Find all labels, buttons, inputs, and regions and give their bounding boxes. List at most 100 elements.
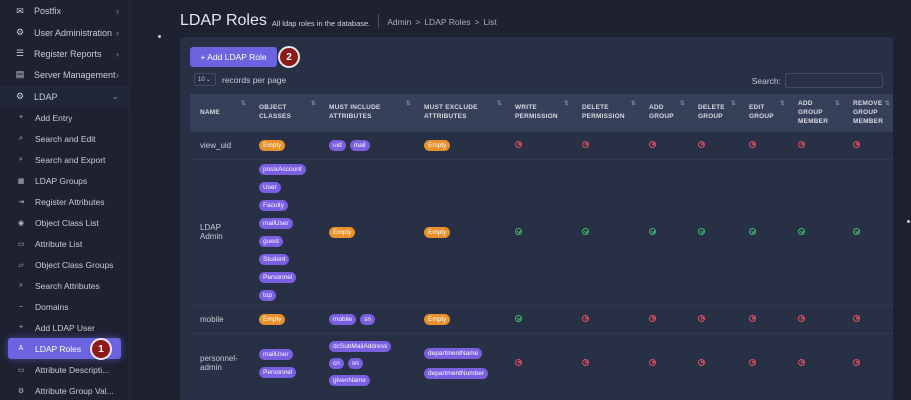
check-circle-icon: [515, 314, 522, 322]
attribute-badge: mobile: [329, 313, 357, 325]
page-length-label: records per page: [222, 74, 287, 85]
table-row[interactable]: mobile Empty mobile sn Empty: [190, 304, 893, 333]
empty-badge: Empty: [259, 139, 286, 151]
gear-icon: ⚙: [15, 27, 25, 37]
plus-icon: +: [18, 324, 24, 331]
empty-badge: Empty: [424, 139, 451, 151]
must-exclude-cell: Empty: [414, 158, 505, 305]
chevron-right-icon: ›: [116, 6, 119, 16]
column-header[interactable]: DELETE PERMISSION ⇅: [572, 94, 639, 131]
sidebar-item-postfix[interactable]: ✉ Postfix ›: [0, 0, 129, 22]
sidebar-item-object-class-list[interactable]: ◉ Object Class List: [0, 212, 129, 233]
attribute-badge: posixAccount: [259, 163, 306, 175]
database-icon: ◉: [17, 219, 25, 227]
must-include-cell: mobile sn: [319, 304, 414, 333]
sidebar-item-label: Object Class Groups: [35, 259, 114, 270]
breadcrumb-admin[interactable]: Admin: [387, 17, 411, 27]
permission-cell: [505, 304, 572, 333]
sidebar-item-search-attributes[interactable]: ⌕ Search Attributes: [0, 275, 129, 296]
column-header[interactable]: DELETE GROUP ⇅: [688, 94, 739, 131]
column-header[interactable]: MUST INCLUDE ATTRIBUTES ⇅: [319, 94, 414, 131]
sort-icon: ⇅: [679, 101, 685, 107]
sort-icon: ⇅: [884, 101, 890, 107]
sidebar-item-label: Add Entry: [35, 112, 73, 123]
object-classes-cell: posixAccount User Faculty mailUser guest Stud…: [249, 158, 319, 305]
sidebar-item-attribute-group-values[interactable]: ⚙ Attribute Group Val...: [0, 380, 129, 400]
sidebar-item-user-administration[interactable]: ⚙ User Administration ›: [0, 22, 129, 43]
check-circle-icon: [515, 227, 522, 235]
x-circle-icon: [798, 358, 805, 366]
column-header[interactable]: EDIT GROUP ⇅: [739, 94, 788, 131]
x-circle-icon: [649, 314, 656, 322]
must-exclude-cell: Empty: [414, 304, 505, 333]
column-header[interactable]: MUST EXCLUDE ATTRIBUTES ⇅: [414, 94, 505, 131]
check-circle-icon: [649, 227, 656, 235]
x-circle-icon: [582, 358, 589, 366]
attribute-badge: mailUser: [259, 348, 293, 360]
must-include-cell: Empty: [319, 158, 414, 305]
sidebar-item-add-entry[interactable]: + Add Entry: [0, 107, 129, 128]
sidebar-item-search-and-export[interactable]: ⌕ Search and Export: [0, 149, 129, 170]
table-row[interactable]: view_uid Empty uid mail Empty: [190, 130, 893, 159]
chevron-right-icon: ›: [116, 27, 119, 38]
x-circle-icon: [798, 140, 805, 148]
x-circle-icon: [853, 358, 860, 366]
object-classes-cell: Empty: [249, 304, 319, 333]
sidebar-item-server-management[interactable]: ▤ Server Management ›: [0, 64, 129, 85]
server-icon: ▤: [15, 69, 25, 79]
sidebar-item-add-ldap-user[interactable]: + Add LDAP User: [0, 317, 129, 338]
breadcrumb-ldap-roles[interactable]: LDAP Roles: [424, 17, 470, 27]
gear-icon: ⚙: [17, 387, 25, 395]
object-classes-cell: mailUser Personnel: [249, 332, 319, 393]
sort-icon: ⇅: [563, 101, 569, 107]
chevron-right-icon: ›: [116, 69, 119, 80]
login-icon: ⇥: [18, 198, 24, 206]
permission-cell: [843, 304, 893, 333]
column-header[interactable]: WRITE PERMISSION ⇅: [505, 94, 572, 131]
attribute-badge: Personnel: [259, 271, 297, 283]
step-marker-1: 1: [90, 338, 112, 360]
sidebar-item-register-attributes[interactable]: ⇥ Register Attributes: [0, 191, 129, 212]
sidebar-item-register-reports[interactable]: ☰ Register Reports ›: [0, 43, 129, 64]
add-ldap-role-button[interactable]: + Add LDAP Role: [190, 47, 277, 67]
sidebar-item-attribute-list[interactable]: ▭ Attribute List: [0, 233, 129, 254]
sidebar-item-label: Object Class List: [35, 217, 99, 228]
permission-cell: [688, 332, 739, 393]
search-label: Search:: [751, 75, 781, 86]
column-header[interactable]: ADD GROUP MEMBER ⇅: [788, 94, 843, 131]
table-row[interactable]: personnel-admin mailUser Personnel dcSubMai…: [190, 332, 893, 393]
sort-icon: ⇅: [730, 101, 736, 107]
column-header[interactable]: OBJECT CLASSES ⇅: [249, 94, 319, 131]
sidebar-item-ldap-groups[interactable]: ▦ LDAP Groups: [0, 170, 129, 191]
sidebar: ✉ Postfix › ⚙ User Administration › ☰ Re…: [0, 0, 130, 400]
attribute-badge: guest: [259, 235, 283, 247]
sidebar-item-label: Search and Export: [35, 154, 106, 165]
column-header[interactable]: ADD GROUP ⇅: [639, 94, 688, 131]
sidebar-item-ldap[interactable]: ⚙ LDAP ⌄: [0, 86, 129, 107]
divider: [378, 14, 380, 28]
x-circle-icon: [649, 358, 656, 366]
sidebar-item-label: Add LDAP User: [35, 322, 95, 333]
sidebar-item-label: Attribute Group Val...: [35, 385, 114, 396]
page-length-select[interactable]: 10 ⌄: [194, 73, 216, 86]
column-header[interactable]: REMOVE GROUP MEMBER ⇅: [843, 94, 893, 131]
sidebar-item-label: Search Attributes: [35, 280, 100, 291]
attribute-badge: mail: [349, 139, 370, 151]
sidebar-item-domains[interactable]: – Domains: [0, 296, 129, 317]
attribute-badge: givenName: [329, 374, 370, 386]
permission-cell: [788, 158, 843, 305]
permission-cell: [572, 158, 639, 305]
permission-cell: [739, 130, 788, 159]
sidebar-item-object-class-groups[interactable]: ▱ Object Class Groups: [0, 254, 129, 275]
x-circle-icon: [515, 140, 522, 148]
search-input[interactable]: [785, 73, 883, 88]
column-header[interactable]: NAME ⇅: [190, 94, 249, 131]
role-name-cell: LDAP Admin: [190, 158, 249, 305]
empty-badge: Empty: [424, 313, 451, 325]
sort-icon: ⇅: [779, 101, 785, 107]
search-icon: ⌕: [19, 155, 23, 163]
sidebar-item-attribute-descriptions[interactable]: ▭ Attribute Descripti...: [0, 359, 129, 380]
sidebar-item-search-and-edit[interactable]: ⌕ Search and Edit: [0, 128, 129, 149]
table-row[interactable]: LDAP Admin posixAccount User Faculty mailUse…: [190, 158, 893, 305]
chevron-right-icon: ›: [116, 48, 119, 59]
